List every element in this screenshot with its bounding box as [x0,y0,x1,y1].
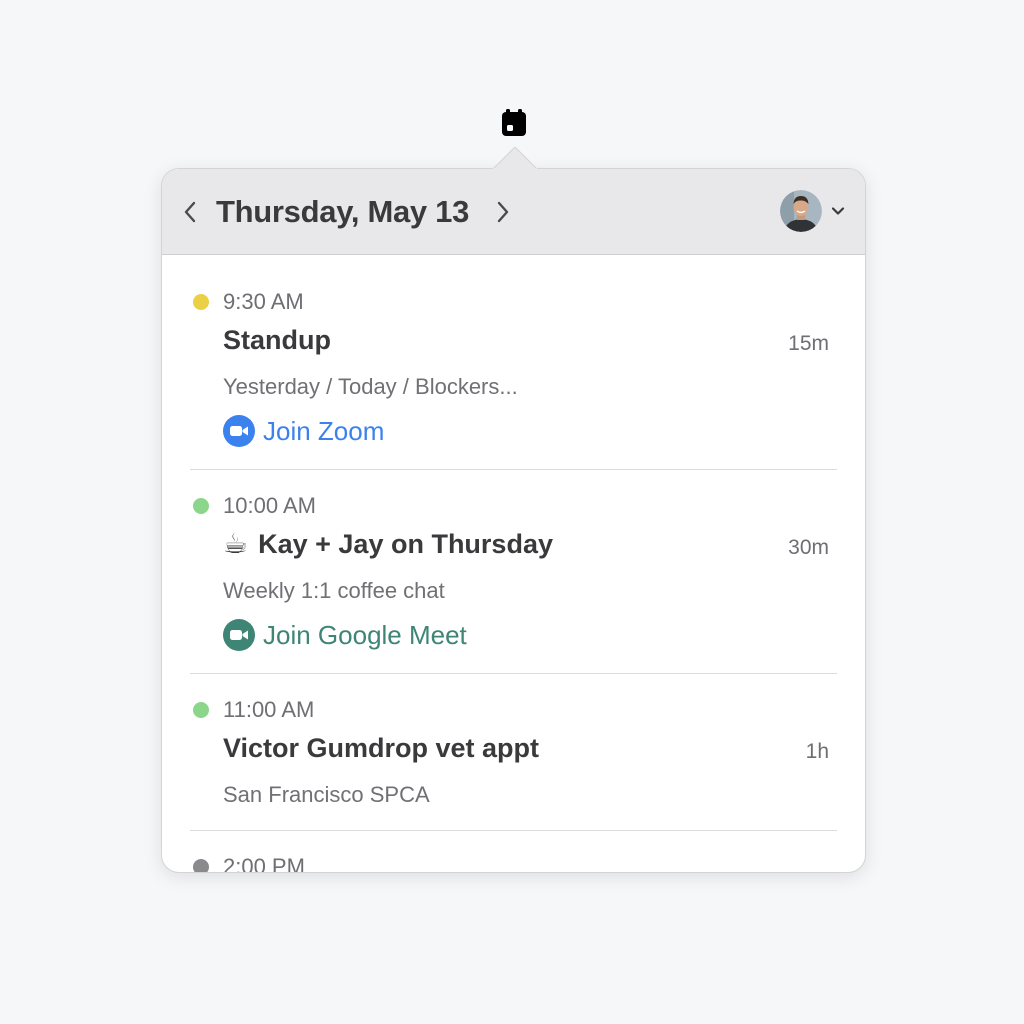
event-title: ☕ Kay + Jay on Thursday [223,526,553,562]
chevron-down-icon [831,207,845,215]
event-time: 11:00 AM [223,697,315,722]
join-google-meet-link[interactable]: Join Google Meet [223,618,467,652]
event-duration: 15m [788,332,829,355]
divider [190,469,837,470]
event-color-dot [193,702,209,718]
join-zoom-label: Join Zoom [263,416,385,446]
event-subtitle: San Francisco SPCA [223,782,430,807]
event-duration: 1h [805,740,829,763]
coffee-emoji: ☕ [223,528,249,559]
event-color-dot [193,294,209,310]
event-time: 2:00 PM [223,854,305,873]
zoom-icon [223,415,255,447]
next-day-button[interactable] [492,195,514,229]
event-title: Victor Gumdrop vet appt [223,733,540,763]
popover-header: Thursday, May 13 [162,169,865,255]
account-menu-button[interactable] [780,190,845,232]
calendar-popover: Thursday, May 13 9:30 AM Standup 15m Yes… [161,168,866,873]
join-google-meet-label: Join Google Meet [263,620,467,650]
chevron-right-icon [497,201,509,223]
chevron-left-icon [184,201,196,223]
event-time: 10:00 AM [223,493,316,518]
event-subtitle: Yesterday / Today / Blockers... [223,374,518,399]
join-zoom-link[interactable]: Join Zoom [223,414,384,448]
event-color-dot [193,498,209,514]
date-title: Thursday, May 13 [216,194,470,229]
event-subtitle: Weekly 1:1 coffee chat [223,578,445,603]
divider [190,830,837,831]
event-title: Standup [223,325,331,355]
divider [190,673,837,674]
popover-caret [493,147,537,169]
avatar [780,190,822,232]
event-color-dot [193,859,209,872]
calendar-icon[interactable] [501,108,527,138]
google-meet-icon [223,619,255,651]
event-duration: 30m [788,536,829,559]
previous-day-button[interactable] [179,195,201,229]
event-time: 9:30 AM [223,289,304,314]
